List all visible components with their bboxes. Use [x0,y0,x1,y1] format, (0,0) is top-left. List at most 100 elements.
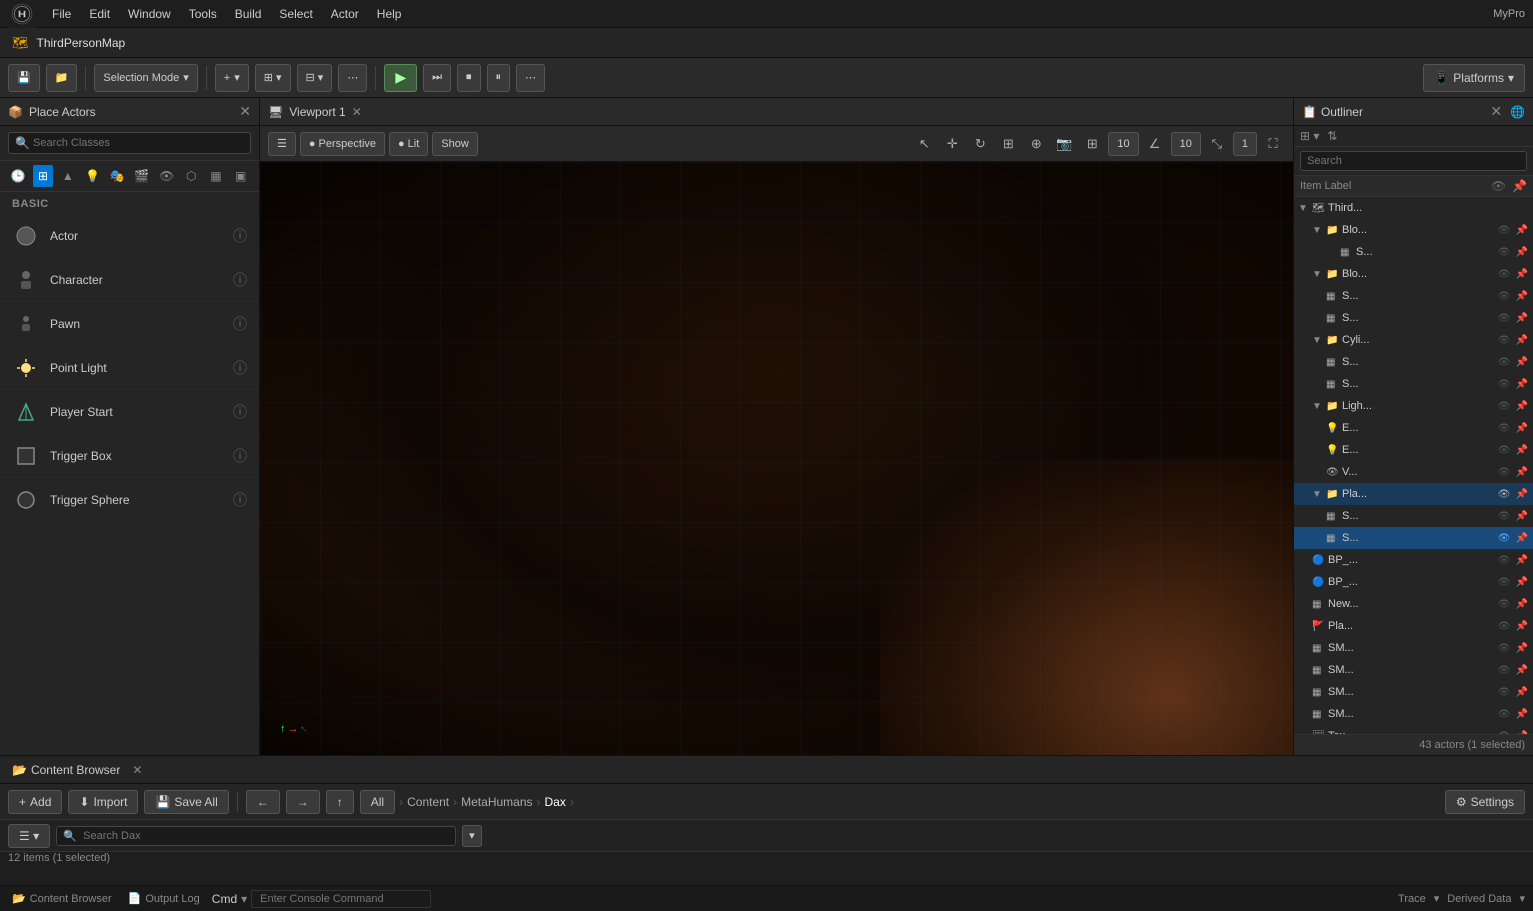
angle-snap-icon[interactable]: ∠ [1143,132,1167,156]
grid-button[interactable]: ⊟ ▾ [297,64,333,92]
snap-button[interactable]: ⊞ ▾ [255,64,291,92]
viewport-close[interactable]: ✕ [352,105,362,119]
pin-icon-4[interactable]: 📌 [1515,289,1529,303]
menu-file[interactable]: File [44,5,79,23]
derived-data-arrow[interactable]: ▾ [1519,892,1525,905]
menu-edit[interactable]: Edit [81,5,118,23]
actor-info-character[interactable]: ⓘ [233,270,247,290]
pin-icon-17[interactable]: 📌 [1515,575,1529,589]
stop-button[interactable]: ⏹ [457,64,481,92]
menu-build[interactable]: Build [227,5,270,23]
eye-icon-13[interactable]: 👁 [1497,487,1511,501]
actor-item-player-start[interactable]: Player Start ⓘ [0,390,259,434]
view-options-button[interactable]: ☰ ▾ [8,824,50,848]
tree-item-9[interactable]: ▼ 📁 Ligh... 👁📌 [1294,395,1533,417]
menu-actor[interactable]: Actor [323,5,367,23]
pin-icon-13[interactable]: 📌 [1515,487,1529,501]
tree-item-10[interactable]: 💡 E... 👁📌 [1294,417,1533,439]
pin-icon-11[interactable]: 📌 [1515,443,1529,457]
pin-icon-23[interactable]: 📌 [1515,707,1529,721]
filter-all2-tab[interactable]: ▦ [206,165,227,187]
breadcrumb-dax[interactable]: Dax [545,795,566,809]
tree-item-13[interactable]: ▼ 📁 Pla... 👁 📌 [1294,483,1533,505]
play-button[interactable]: ▶ [384,64,417,92]
eye-icon-22[interactable]: 👁 [1497,685,1511,699]
tree-item-12[interactable]: 👁 V... 👁📌 [1294,461,1533,483]
cmd-dropdown-icon[interactable]: ▾ [241,892,247,906]
world-grid-icon[interactable]: ⊕ [1024,132,1048,156]
add-button[interactable]: + Add [8,790,62,814]
scale-mode-icon[interactable]: ⊞ [996,132,1020,156]
grid-value-button[interactable]: 10 [1108,132,1138,156]
tree-item-21[interactable]: ▦ SM... 👁📌 [1294,659,1533,681]
pin-icon-6[interactable]: 📌 [1515,333,1529,347]
trace-label[interactable]: Trace [1398,893,1426,905]
eye-icon-10[interactable]: 👁 [1497,421,1511,435]
eye-icon-4[interactable]: 👁 [1497,289,1511,303]
outliner-search-input[interactable] [1300,151,1527,171]
pin-icon-9[interactable]: 📌 [1515,399,1529,413]
more-button[interactable]: ⋯ [338,64,367,92]
actor-info-point-light[interactable]: ⓘ [233,358,247,378]
tree-item-8[interactable]: ▦ S... 👁📌 [1294,373,1533,395]
move-mode-icon[interactable]: ✛ [940,132,964,156]
menu-help[interactable]: Help [369,5,410,23]
outliner-extra-tab[interactable]: 🌐 [1510,105,1525,119]
eye-icon-15[interactable]: 👁 [1497,531,1511,545]
filter-all-tab[interactable]: ⊞ [33,165,54,187]
selection-mode-button[interactable]: Selection Mode ▾ [94,64,197,92]
tree-item-18[interactable]: ▦ New... 👁📌 [1294,593,1533,615]
actor-info-pawn[interactable]: ⓘ [233,314,247,334]
viewport-tab[interactable]: 🖥 Viewport 1 [268,105,346,119]
launch-options-button[interactable]: ⋯ [516,64,545,92]
actor-info-actor[interactable]: ⓘ [233,226,247,246]
tree-item-0[interactable]: ▼ 🗺 Third... [1294,197,1533,219]
outliner-close[interactable]: ✕ [1490,103,1502,120]
pin-icon-8[interactable]: 📌 [1515,377,1529,391]
settings-button[interactable]: ⚙ Settings [1445,790,1525,814]
tree-item-23[interactable]: ▦ SM... 👁📌 [1294,703,1533,725]
tree-item-5[interactable]: ▦ S... 👁📌 [1294,307,1533,329]
tree-item-24[interactable]: 🖼 Tex... 👁📌 [1294,725,1533,734]
tree-item-11[interactable]: 💡 E... 👁📌 [1294,439,1533,461]
content-browser-status-tab[interactable]: 📂 Content Browser [8,892,116,905]
filter-geometry-tab[interactable]: ▲ [57,165,78,187]
eye-icon-16[interactable]: 👁 [1497,553,1511,567]
pin-icon-7[interactable]: 📌 [1515,355,1529,369]
pin-icon-5[interactable]: 📌 [1515,311,1529,325]
tree-item-16[interactable]: 🔵 BP_... 👁📌 [1294,549,1533,571]
pin-icon-19[interactable]: 📌 [1515,619,1529,633]
filter-recent-tab[interactable]: 🕒 [8,165,29,187]
tree-item-1[interactable]: ▼ 📁 Blo... 👁📌 [1294,219,1533,241]
tree-item-4[interactable]: ▦ S... 👁📌 [1294,285,1533,307]
actor-info-trigger-sphere[interactable]: ⓘ [233,490,247,510]
pin-icon-10[interactable]: 📌 [1515,421,1529,435]
source-control-button[interactable]: 📁 [46,64,78,92]
camera-icon[interactable]: 📷 [1052,132,1076,156]
pin-icon-20[interactable]: 📌 [1515,641,1529,655]
cmd-input[interactable] [251,890,431,908]
eye-icon-18[interactable]: 👁 [1497,597,1511,611]
save-button[interactable]: 💾 [8,64,40,92]
menu-select[interactable]: Select [271,5,320,23]
filter-cinematic-tab[interactable]: 🎬 [132,165,153,187]
tree-item-19[interactable]: 🚩 Pla... 👁📌 [1294,615,1533,637]
breadcrumb-metahumans[interactable]: MetaHumans [461,795,532,809]
search-classes-input[interactable] [8,132,251,154]
output-log-tab[interactable]: 📄 Output Log [124,892,204,905]
actor-info-player-start[interactable]: ⓘ [233,402,247,422]
content-search-input[interactable] [56,826,456,846]
eye-icon-17[interactable]: 👁 [1497,575,1511,589]
perspective-button[interactable]: ● Perspective [300,132,385,156]
menu-window[interactable]: Window [120,5,179,23]
eye-icon-20[interactable]: 👁 [1497,641,1511,655]
pin-icon-2[interactable]: 📌 [1515,245,1529,259]
actor-item-trigger-sphere[interactable]: Trigger Sphere ⓘ [0,478,259,522]
menu-tools[interactable]: Tools [181,5,225,23]
eye-icon-8[interactable]: 👁 [1497,377,1511,391]
pause-button[interactable]: ⏸ [487,64,511,92]
add-actor-button[interactable]: + ▾ [215,64,249,92]
up-button[interactable]: ↑ [326,790,354,814]
pin-icon-21[interactable]: 📌 [1515,663,1529,677]
eye-icon-23[interactable]: 👁 [1497,707,1511,721]
